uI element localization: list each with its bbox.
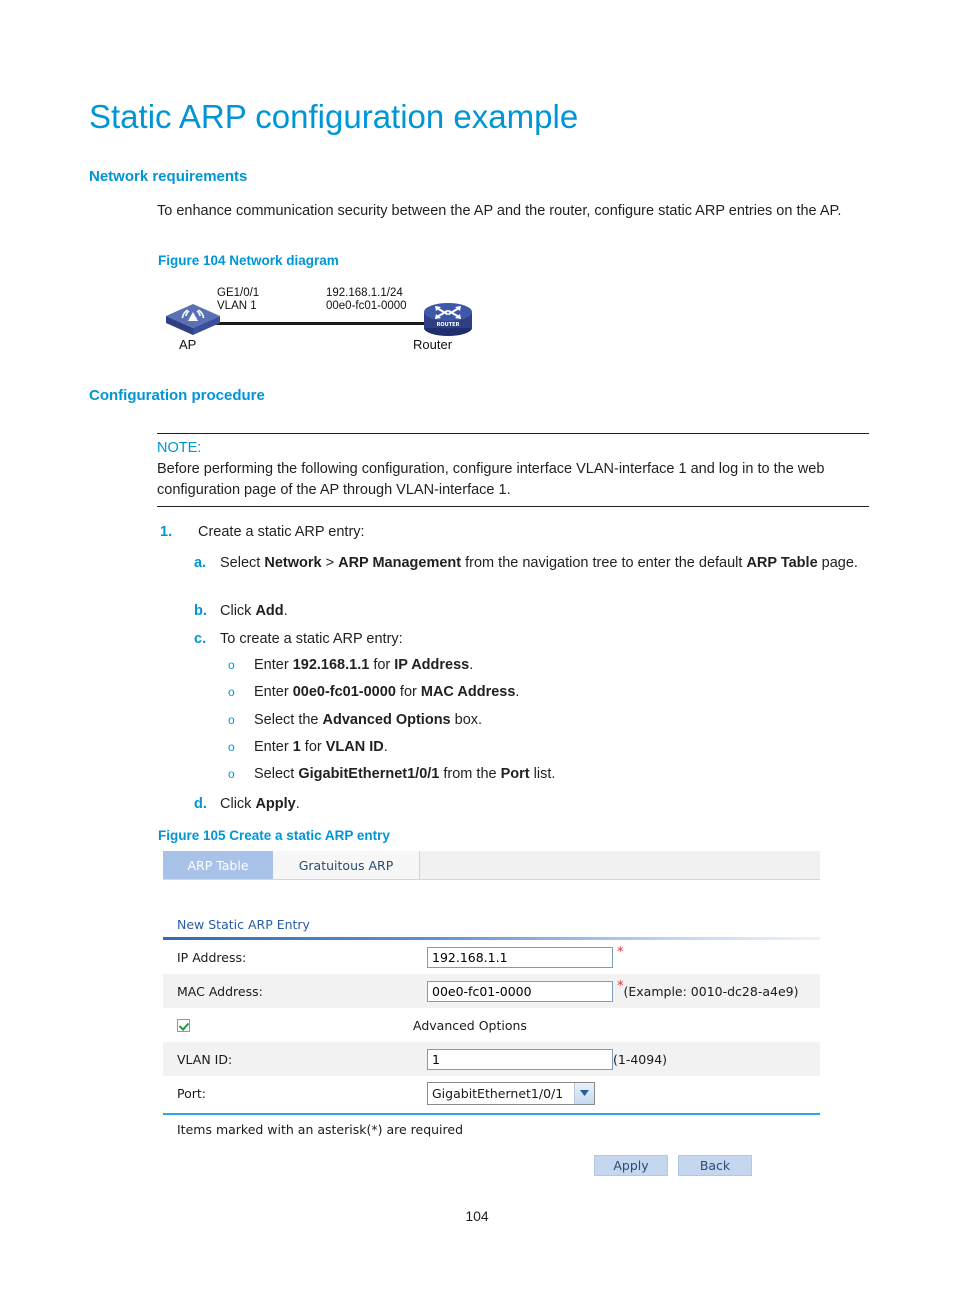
diagram-label-ap: AP <box>179 337 197 352</box>
port-select-value: GigabitEthernet1/0/1 <box>432 1085 564 1101</box>
apply-button[interactable]: Apply <box>594 1155 668 1176</box>
mac-address-label: MAC Address: <box>177 983 263 999</box>
diagram-label-vlan: VLAN 1 <box>217 300 257 312</box>
form-button-row: Apply Back <box>163 1137 820 1176</box>
chevron-down-icon[interactable] <box>574 1082 594 1104</box>
substep-b-marker: b. <box>194 603 207 619</box>
tab-bar: ARP Table Gratuitous ARP <box>163 851 820 880</box>
bullet-text: Select the Advanced Options box. <box>254 712 483 728</box>
page-number: 104 <box>465 1208 489 1224</box>
substep-c: c. To create a static ARP entry: <box>194 629 403 650</box>
bullet-port: o Select GigabitEthernet1/0/1 from the P… <box>228 766 555 782</box>
bullet-marker: o <box>228 767 235 781</box>
panel-title: New Static ARP Entry <box>177 917 310 932</box>
bullet-text: Enter 192.168.1.1 for IP Address. <box>254 657 474 673</box>
router-icon: ROUTER <box>420 300 476 338</box>
page-title: Static ARP configuration example <box>89 98 579 135</box>
vlan-id-hint: (1-4094) <box>613 1051 668 1067</box>
access-point-icon <box>164 301 222 339</box>
substep-d: d. Click Apply. <box>194 794 300 815</box>
form-row-mac-address: MAC Address: 00e0-fc01-0000 * (Example: … <box>163 974 820 1008</box>
bullet-vlan-id: o Enter 1 for VLAN ID. <box>228 739 388 755</box>
bullet-advanced-options: o Select the Advanced Options box. <box>228 712 482 728</box>
network-requirements-body: To enhance communication security betwee… <box>157 203 842 219</box>
mac-address-hint: (Example: 0010-dc28-a4e9) <box>623 983 799 999</box>
form-row-port: Port: GigabitEthernet1/0/1 <box>163 1076 820 1110</box>
bullet-mac-address: o Enter 00e0-fc01-0000 for MAC Address. <box>228 684 519 700</box>
ip-address-required-asterisk: * <box>617 945 624 960</box>
port-select[interactable]: GigabitEthernet1/0/1 <box>427 1081 595 1105</box>
bullet-marker: o <box>228 740 235 754</box>
network-diagram: ROUTER GE1/0/1 VLAN 1 192.168.1.1/24 00e… <box>158 276 518 358</box>
form-row-vlan-id: VLAN ID: 1 (1-4094) <box>163 1042 820 1076</box>
bullet-text: Select GigabitEthernet1/0/1 from the Por… <box>254 766 556 782</box>
mac-address-input[interactable]: 00e0-fc01-0000 <box>427 980 613 1002</box>
figure-104-caption: Figure 104 Network diagram <box>158 253 339 268</box>
tab-gratuitous-arp[interactable]: Gratuitous ARP <box>273 851 420 879</box>
substep-d-marker: d. <box>194 796 207 812</box>
form-row-ip-address: IP Address: 192.168.1.1 * <box>163 940 820 974</box>
document-page: Static ARP configuration example Network… <box>0 0 954 1296</box>
panel-spacer <box>163 880 820 917</box>
substep-a-text: Select Network > ARP Management from the… <box>220 555 858 571</box>
heading-network-requirements: Network requirements <box>89 168 248 185</box>
router-badge-text: ROUTER <box>437 322 460 328</box>
ip-address-input[interactable]: 192.168.1.1 <box>427 946 613 968</box>
advanced-options-checkbox[interactable] <box>177 1018 190 1032</box>
note-callout: NOTE: Before performing the following co… <box>157 433 869 507</box>
back-button[interactable]: Back <box>678 1155 752 1176</box>
form-row-advanced-options: Advanced Options <box>163 1008 820 1042</box>
arp-web-ui-screenshot: ARP Table Gratuitous ARP New Static ARP … <box>163 851 820 1176</box>
substep-a-marker: a. <box>194 555 207 571</box>
substep-a: a. Select Network > ARP Management from … <box>194 553 874 574</box>
vlan-id-input[interactable]: 1 <box>427 1048 613 1070</box>
step-1-text: Create a static ARP entry: <box>198 524 365 540</box>
note-body: Before performing the following configur… <box>157 461 825 498</box>
bullet-text: Enter 00e0-fc01-0000 for MAC Address. <box>254 684 520 700</box>
note-bottom-rule <box>157 506 869 507</box>
bullet-marker: o <box>228 658 235 672</box>
substep-b-text: Click Add. <box>220 603 288 619</box>
figure-105-caption: Figure 105 Create a static ARP entry <box>158 828 390 843</box>
substep-c-marker: c. <box>194 631 207 647</box>
diagram-link-line <box>206 322 431 325</box>
port-label: Port: <box>177 1085 206 1101</box>
bullet-marker: o <box>228 685 235 699</box>
diagram-label-interface: GE1/0/1 <box>217 287 260 299</box>
bullet-text: Enter 1 for VLAN ID. <box>254 739 388 755</box>
step-1-number: 1. <box>160 524 173 540</box>
tab-arp-table[interactable]: ARP Table <box>163 851 273 879</box>
substep-d-text: Click Apply. <box>220 796 300 812</box>
bullet-ip-address: o Enter 192.168.1.1 for IP Address. <box>228 657 473 673</box>
diagram-label-router: Router <box>413 337 453 352</box>
diagram-label-mac: 00e0-fc01-0000 <box>326 300 407 312</box>
heading-configuration-procedure: Configuration procedure <box>89 387 265 404</box>
ip-address-label: IP Address: <box>177 949 247 965</box>
vlan-id-label: VLAN ID: <box>177 1051 233 1067</box>
tab-bar-filler <box>420 851 820 879</box>
required-fields-note: Items marked with an asterisk(*) are req… <box>177 1122 464 1137</box>
substep-b: b. Click Add. <box>194 601 288 622</box>
note-label: NOTE: <box>157 440 202 456</box>
advanced-options-label: Advanced Options <box>413 1017 527 1033</box>
bullet-marker: o <box>228 713 235 727</box>
diagram-label-ip: 192.168.1.1/24 <box>326 287 403 299</box>
substep-c-text: To create a static ARP entry: <box>220 631 403 647</box>
